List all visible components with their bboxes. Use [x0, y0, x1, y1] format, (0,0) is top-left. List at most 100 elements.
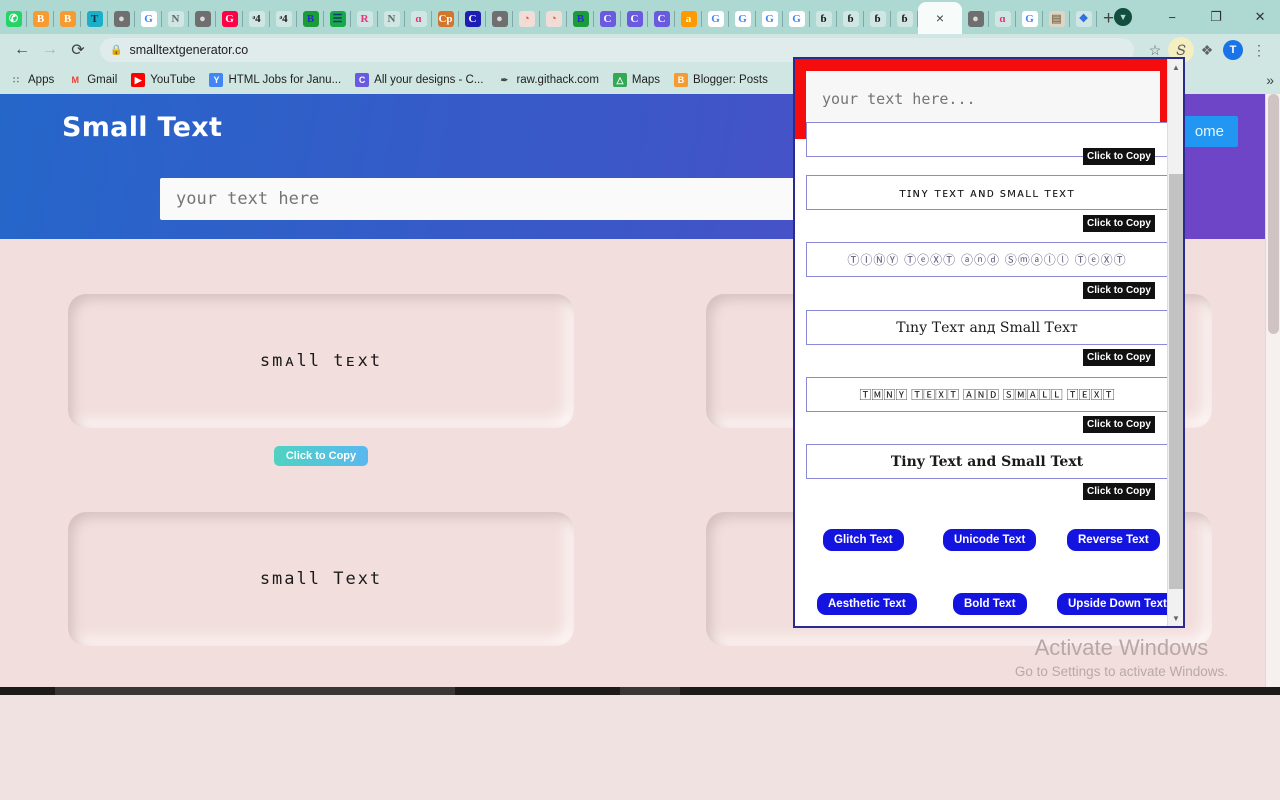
minimize-button[interactable]: −	[1150, 2, 1194, 32]
google-tab-2[interactable]: G	[702, 4, 729, 34]
result-text-2: small Text	[259, 569, 383, 589]
copy-chip-4[interactable]: Click to Copy	[1083, 416, 1155, 433]
extensions-tab-1[interactable]: ❖	[1070, 4, 1097, 34]
profile-avatar[interactable]: T	[1220, 37, 1246, 63]
scroll-down-arrow-icon[interactable]: ▼	[1168, 610, 1183, 626]
home-nav-button[interactable]: ome	[1180, 116, 1238, 147]
canva-tab-3[interactable]: C	[648, 4, 675, 34]
result-slot-1: smᴀll tᴇxt Click to Copy	[62, 294, 580, 466]
reverse-text-button[interactable]: Reverse Text	[1067, 529, 1160, 551]
copy-chip-0[interactable]: Click to Copy	[1083, 148, 1155, 165]
news-tab-1[interactable]: N	[162, 4, 189, 34]
maximize-button[interactable]: ❐	[1194, 2, 1238, 32]
variant-row-3[interactable]: Tınу Tехт аnд Smаll Tехт	[806, 310, 1168, 345]
amazon-tab-1[interactable]: a	[675, 4, 702, 34]
bookmark-gmail[interactable]: M Gmail	[68, 73, 117, 87]
extensions-puzzle-icon[interactable]: ❖	[1194, 37, 1220, 63]
whatsapp-tab[interactable]: ✆	[0, 4, 27, 34]
copy-chip-1[interactable]: Click to Copy	[1083, 215, 1155, 232]
reload-button[interactable]: ⟳	[64, 36, 92, 64]
copy-tab-1[interactable]: Cp	[432, 4, 459, 34]
blogger-tab-3[interactable]: ɓ	[810, 4, 837, 34]
blogger-tab-6[interactable]: ɓ	[891, 4, 918, 34]
bookmarks-overflow-icon[interactable]: »	[1266, 72, 1274, 88]
glitch-text-button[interactable]: Glitch Text	[823, 529, 904, 551]
bookmark-raw-githack[interactable]: ✒ raw.githack.com	[497, 73, 599, 87]
bookmark-blogger-posts[interactable]: B Blogger: Posts	[674, 73, 768, 87]
blogger-tab-3-favicon-icon: ɓ	[815, 11, 832, 27]
upside-down-text-button[interactable]: Upside Down Text	[1057, 593, 1178, 615]
variant-text-3: Tınу Tехт аnд Smаll Tехт	[896, 319, 1078, 336]
pink-tab-1[interactable]: ◔	[513, 4, 540, 34]
shield-icon[interactable]: ▼	[1114, 8, 1133, 26]
aesthetic-text-button[interactable]: Aesthetic Text	[817, 593, 917, 615]
all-your-designs-icon: C	[355, 73, 370, 87]
blogger-tab-4[interactable]: ɓ	[837, 4, 864, 34]
raw-githack-icon: ✒	[497, 73, 512, 87]
page-scrollbar-thumb[interactable]	[1268, 94, 1279, 334]
blogger-tab-4-favicon-icon: ɓ	[842, 11, 859, 27]
globe-tab-2[interactable]: ●	[189, 4, 216, 34]
blogger-tab-1[interactable]: B	[27, 4, 54, 34]
variant-row-4[interactable]: 🅃🄼🄽🅈 🅃🄴🅇🅃 🄰🄽🄳 🅂🄼🄰🄻🄻 🅃🄴🅇🅃	[806, 377, 1168, 412]
generator-tab-1[interactable]: G	[216, 4, 243, 34]
blogger-tab-1-favicon-icon: B	[32, 11, 49, 27]
popup-text-input[interactable]	[806, 71, 1160, 127]
google-tab-5[interactable]: G	[783, 4, 810, 34]
page-scrollbar[interactable]	[1265, 94, 1280, 687]
pink-tab-2[interactable]: ◔	[540, 4, 567, 34]
bookmark-youtube[interactable]: ▶ YouTube	[131, 73, 195, 87]
globe-tab-4[interactable]: ●	[962, 4, 989, 34]
variant-text-1: ᴛɪɴʏ ᴛᴇxᴛ ᴀɴᴅ sᴍᴀʟʟ ᴛᴇxᴛ	[898, 185, 1076, 200]
globe-tab-1[interactable]: ●	[108, 4, 135, 34]
google-tab-1[interactable]: G	[135, 4, 162, 34]
unicode-tab-1[interactable]: ᵊ4	[243, 4, 270, 34]
unicode-text-button[interactable]: Unicode Text	[943, 529, 1037, 551]
tool-tab-1[interactable]: T	[81, 4, 108, 34]
variant-row-1[interactable]: ᴛɪɴʏ ᴛᴇxᴛ ᴀɴᴅ sᴍᴀʟʟ ᴛᴇxᴛ	[806, 175, 1168, 210]
green-tab-1[interactable]: ☰	[324, 4, 351, 34]
tab-close-icon[interactable]: ×	[936, 11, 944, 25]
canva-tab-2[interactable]: C	[621, 4, 648, 34]
popup-scrollbar-thumb[interactable]	[1169, 174, 1183, 589]
r-tab-1[interactable]: R	[351, 4, 378, 34]
canva-tab-1[interactable]: C	[594, 4, 621, 34]
script-tab-1[interactable]: ɑ	[405, 4, 432, 34]
bookmark-label: Apps	[28, 74, 55, 86]
result-card-small-text-2[interactable]: small Text	[68, 512, 574, 646]
copy-button-1[interactable]: Click to Copy	[273, 446, 369, 466]
copy-chip-3[interactable]: Click to Copy	[1083, 349, 1155, 366]
bookmark-html-jobs[interactable]: Y HTML Jobs for Janu...	[209, 73, 341, 87]
bookmark-apps[interactable]: ∷ Apps	[9, 73, 54, 87]
image-tab-1[interactable]: ▤	[1043, 4, 1070, 34]
variant-row-5[interactable]: Tiny Text and Small Text	[806, 444, 1168, 479]
new-tab-button[interactable]: +	[1103, 4, 1114, 34]
news-tab-2[interactable]: N	[378, 4, 405, 34]
globe-tab-3[interactable]: ●	[486, 4, 513, 34]
blogger-tab-5[interactable]: ɓ	[864, 4, 891, 34]
desktop-background	[0, 695, 1280, 800]
c-tab-1[interactable]: C	[459, 4, 486, 34]
copy-chip-2[interactable]: Click to Copy	[1083, 282, 1155, 299]
blue-tab-2[interactable]: B	[567, 4, 594, 34]
chrome-menu-icon[interactable]: ⋮	[1246, 37, 1272, 63]
tab-smalltextgenerator[interactable]: ×	[918, 2, 962, 34]
unicode-tab-2[interactable]: ᵊ4	[270, 4, 297, 34]
blue-tab-1[interactable]: B	[297, 4, 324, 34]
result-card-small-text-1[interactable]: smᴀll tᴇxt	[68, 294, 574, 428]
scroll-up-arrow-icon[interactable]: ▲	[1168, 59, 1183, 75]
script-tab-2[interactable]: ɑ	[989, 4, 1016, 34]
back-button[interactable]: ←	[8, 36, 36, 64]
blogger-tab-2[interactable]: B	[54, 4, 81, 34]
google-tab-2-favicon-icon: G	[707, 11, 724, 27]
google-tab-3[interactable]: G	[729, 4, 756, 34]
google-tab-6[interactable]: G	[1016, 4, 1043, 34]
variant-row-2[interactable]: ⓉⒾⓃⓎ ⓉⓔⓍⓉ ⓐⓝⓓ Ⓢⓜⓐⓛⓛ ⓉⓔⓍⓉ	[806, 242, 1168, 277]
copy-chip-5[interactable]: Click to Copy	[1083, 483, 1155, 500]
bookmark-maps[interactable]: △ Maps	[612, 73, 660, 87]
bookmark-all-your-designs[interactable]: C All your designs - C...	[355, 73, 483, 87]
close-window-button[interactable]: ✕	[1238, 2, 1280, 32]
popup-scrollbar[interactable]: ▲ ▼	[1167, 59, 1183, 626]
google-tab-4[interactable]: G	[756, 4, 783, 34]
bold-text-button[interactable]: Bold Text	[953, 593, 1027, 615]
